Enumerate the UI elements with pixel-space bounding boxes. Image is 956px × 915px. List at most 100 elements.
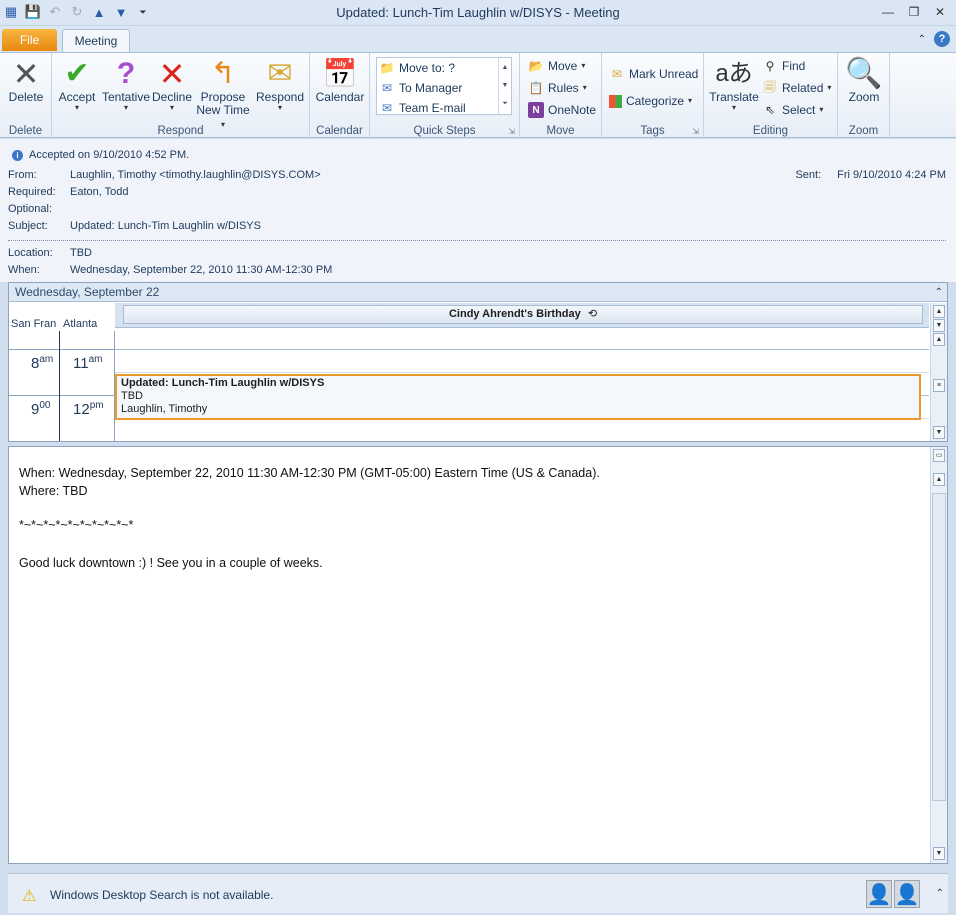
calendar-grid[interactable]: Updated: Lunch-Tim Laughlin w/DISYS TBD … [115, 331, 929, 441]
delete-icon: ✕ [12, 56, 40, 92]
calendar-date-header: Wednesday, September 22 ⌃ [9, 283, 947, 302]
checkmark-icon: ✔ [64, 57, 90, 90]
propose-new-time-button[interactable]: ↰ Propose New Time ▾ [194, 57, 252, 130]
calendar-button[interactable]: 📅 Calendar [314, 57, 366, 104]
dialog-launcher-icon[interactable]: ⇲ [508, 127, 515, 136]
select-button[interactable]: ⇖ Select ▾ [762, 102, 823, 118]
appointment-block[interactable]: Updated: Lunch-Tim Laughlin w/DISYS TBD … [115, 374, 921, 420]
group-delete: ✕ Delete Delete [0, 53, 52, 139]
decline-button[interactable]: ✕ Decline ▾ [152, 57, 192, 112]
group-editing: aあ Translate ▾ ⚲ Find 🗐 Related ▾ ⇖ Sele… [704, 53, 838, 139]
body-message: Good luck downtown :) ! See you in a cou… [19, 555, 323, 570]
quick-step-team-email[interactable]: ✉ Team E-mail [379, 100, 466, 116]
rules-icon: 📋 [528, 81, 544, 95]
scroll-down-icon[interactable]: ▼ [933, 319, 945, 332]
body-where: Where: TBD [19, 483, 88, 498]
chevron-down-icon: ▾ [123, 103, 128, 112]
body-when: When: Wednesday, September 22, 2010 11:3… [19, 466, 600, 480]
mark-unread-button[interactable]: ✉ Mark Unread [609, 66, 698, 82]
question-icon: ? [116, 57, 136, 90]
related-button[interactable]: 🗐 Related ▾ [762, 80, 831, 96]
propose-arrow-icon: ↰ [210, 57, 236, 90]
ribbon: ✕ Delete Delete ✔ Accept ▾ ? Tentative ▾… [0, 52, 956, 139]
group-tags: ✉ Mark Unread Categorize ▾ Tags ⇲ [602, 53, 704, 139]
respond-button[interactable]: ✉ Respond ▾ [254, 57, 306, 112]
restore-icon[interactable]: ❐ [904, 4, 924, 20]
when-value: Wednesday, September 22, 2010 11:30 AM-1… [70, 264, 333, 276]
minimize-icon[interactable]: — [878, 4, 898, 20]
scroll-down-icon[interactable]: ▼ [933, 847, 945, 860]
accept-button[interactable]: ✔ Accept ▾ [56, 57, 98, 112]
dialog-launcher-icon[interactable]: ⇲ [692, 127, 699, 136]
scroll-up-icon[interactable]: ▲ [933, 333, 945, 346]
timezone-label-1: San Fran [11, 318, 57, 330]
calendar-icon: 📅 [322, 58, 358, 89]
message-body[interactable]: When: Wednesday, September 22, 2010 11:3… [8, 446, 948, 864]
group-respond: ✔ Accept ▾ ? Tentative ▾ ✕ Decline ▾ ↰ P… [52, 53, 310, 139]
translate-button[interactable]: aあ Translate ▾ [708, 57, 760, 112]
envelope-icon: ✉ [611, 67, 623, 81]
scroll-thumb[interactable]: ≡ [933, 379, 945, 392]
collapse-icon[interactable]: ⌃ [935, 284, 943, 302]
avatar[interactable]: 👤 [894, 880, 920, 908]
tab-file[interactable]: File [2, 29, 57, 51]
chevron-down-icon: ▾ [731, 103, 736, 112]
onenote-button[interactable]: N OneNote [528, 102, 596, 118]
zoom-button[interactable]: 🔍 Zoom [840, 57, 888, 104]
binoculars-icon: ⚲ [765, 59, 775, 73]
cursor-icon: ⇖ [764, 103, 776, 117]
categorize-button[interactable]: Categorize ▾ [609, 94, 692, 108]
help-icon[interactable]: ? [934, 31, 950, 47]
quick-step-to-manager[interactable]: ✉ To Manager [379, 80, 462, 96]
title-bar: ▦ 💾 ↶ ↻ ▲ ▼ ⏷ Updated: Lunch-Tim Laughli… [0, 0, 956, 26]
chevron-down-icon: ▾ [827, 83, 832, 92]
people-pane-bar: ⚠ Windows Desktop Search is not availabl… [8, 873, 948, 913]
chevron-down-icon: ▾ [277, 103, 282, 112]
move-button[interactable]: 📂 Move ▾ [528, 58, 586, 74]
magnifier-icon: 🔍 [845, 57, 883, 90]
quick-steps-gallery: 📁 Move to: ? ✉ To Manager ✉ Team E-mail … [376, 57, 512, 115]
hour-label: 900 [31, 400, 51, 418]
time-ruler: 8am 11am 900 12pm [9, 331, 115, 441]
body-scrollbar[interactable]: ▭ ▲ ▼ [930, 447, 947, 863]
delete-button[interactable]: ✕ Delete [4, 57, 48, 104]
group-zoom: 🔍 Zoom Zoom [838, 53, 890, 139]
quick-step-move-to[interactable]: 📁 Move to: ? [379, 60, 456, 76]
category-icon [609, 94, 622, 108]
gallery-up-icon[interactable]: ▲ [502, 64, 509, 71]
scroll-up-icon[interactable]: ▲ [933, 473, 945, 486]
scroll-up-icon[interactable]: ▲ [933, 305, 945, 318]
chevron-down-icon: ▾ [819, 105, 824, 114]
required-value[interactable]: Eaton, Todd [70, 186, 129, 198]
hour-label: 12pm [73, 400, 104, 418]
tentative-button[interactable]: ? Tentative ▾ [100, 57, 152, 112]
ribbon-tabs: File Meeting ⌃ ? [0, 26, 956, 53]
chevron-down-icon: ▾ [688, 96, 693, 105]
related-icon: 🗐 [764, 79, 776, 94]
from-value[interactable]: Laughlin, Timothy <timothy.laughlin@DISY… [70, 169, 321, 181]
minimize-ribbon-icon[interactable]: ⌃ [918, 34, 926, 45]
close-icon[interactable]: ✕ [930, 4, 950, 20]
find-button[interactable]: ⚲ Find [762, 58, 806, 74]
gallery-more-icon[interactable]: ⏷ [502, 100, 508, 108]
sent-value: Fri 9/10/2010 4:24 PM [837, 169, 946, 181]
hour-label: 8am [31, 354, 54, 372]
all-day-event[interactable]: Cindy Ahrendt's Birthday ⟲ [123, 305, 923, 324]
body-separator: *~*~*~*~*~*~*~*~*~* [19, 518, 134, 532]
rules-button[interactable]: 📋 Rules ▾ [528, 80, 587, 96]
tab-meeting[interactable]: Meeting [62, 29, 130, 53]
hour-label: 11am [73, 354, 103, 372]
scroll-thumb[interactable] [932, 493, 946, 801]
chevron-up-icon[interactable]: ⌃ [936, 888, 944, 899]
scroll-down-icon[interactable]: ▼ [933, 426, 945, 439]
group-calendar: 📅 Calendar Calendar [310, 53, 370, 139]
split-icon[interactable]: ▭ [933, 449, 945, 462]
team-mail-icon: ✉ [381, 101, 393, 115]
calendar-preview: Wednesday, September 22 ⌃ San Fran Atlan… [8, 282, 948, 442]
calendar-scrollbar[interactable]: ▲ ▼ ▲ ≡ ▼ [930, 303, 947, 441]
translate-icon: aあ [715, 60, 753, 87]
header-divider [8, 240, 946, 241]
gallery-down-icon[interactable]: ▼ [502, 82, 509, 89]
info-icon: i [12, 149, 23, 161]
avatar[interactable]: 👤 [866, 880, 892, 908]
